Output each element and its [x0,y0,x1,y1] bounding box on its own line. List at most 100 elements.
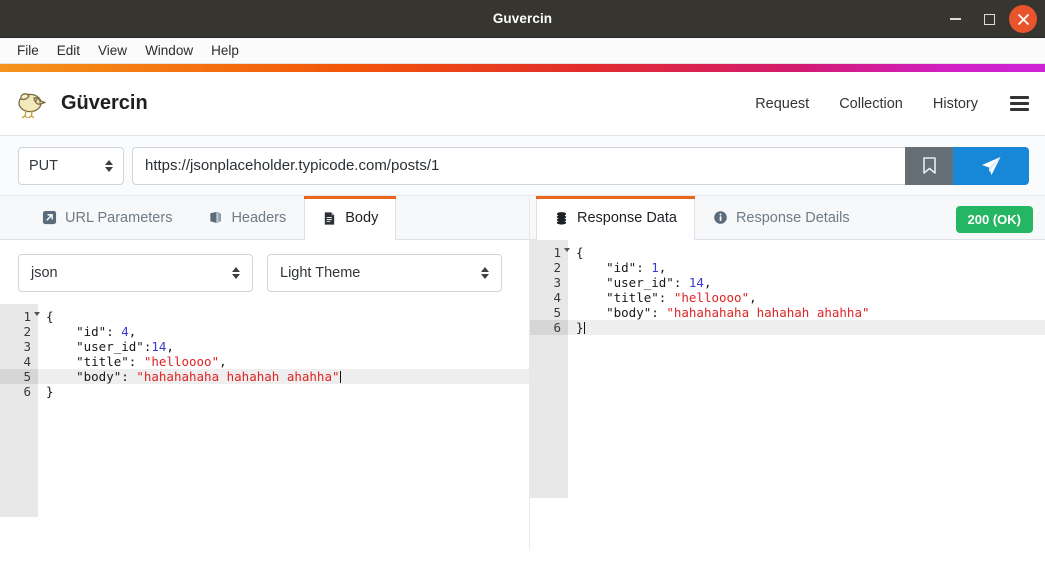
line-number: 1 [530,245,570,260]
code-token: 1 [651,260,659,275]
hamburger-menu-icon[interactable] [1010,96,1029,111]
code-token: , [658,260,667,275]
code-token: { [46,309,54,324]
response-data-editor[interactable]: 123456 { "id": 1, "user_id": 14, "title"… [530,240,1045,549]
tab-response-data[interactable]: Response Data [536,196,695,240]
body-controls: json Light Theme [0,240,529,304]
code-token: "title": [46,354,144,369]
code-line: "user_id":14, [38,339,529,354]
tab-response-data-label: Response Data [577,210,677,226]
code-token: "id": [46,324,122,339]
code-line: "user_id": 14, [568,275,1045,290]
tab-url-parameters-label: URL Parameters [65,209,173,226]
code-line: { [568,245,1045,260]
response-editor-code[interactable]: { "id": 1, "user_id": 14, "title": "hell… [568,240,1045,549]
window-titlebar: Guvercin [0,0,1045,38]
http-method-select[interactable]: PUT [18,146,124,185]
code-token: , [749,290,757,305]
code-token: "hahahahaha hahahah ahahha" [666,305,870,320]
menu-window[interactable]: Window [136,40,202,61]
code-token: "title": [576,290,674,305]
code-token: "id": [576,260,652,275]
code-token: , [219,354,227,369]
request-editor-code[interactable]: { "id": 4, "user_id":14, "title": "hello… [38,304,529,549]
code-line: "id": 1, [568,260,1045,275]
bookmark-button[interactable] [905,146,953,185]
tab-url-parameters[interactable]: URL Parameters [24,196,190,239]
code-token: 14 [688,275,704,290]
code-token: , [703,275,712,290]
line-number: 2 [553,260,561,275]
chevron-updown-icon [481,267,489,279]
url-input[interactable] [132,146,905,185]
code-token: "body": [576,305,667,320]
request-pane: URL Parameters Headers Body json Light T… [0,196,530,549]
menubar: File Edit View Window Help [0,38,1045,64]
tab-headers[interactable]: Headers [190,196,304,239]
text-caret [339,371,341,383]
book-icon [208,210,223,225]
code-line: "body": "hahahahaha hahahah ahahha" [568,305,1045,320]
request-bar: PUT [0,136,1045,196]
brand: Güvercin [14,88,148,120]
menu-file[interactable]: File [8,40,48,61]
menu-view[interactable]: View [89,40,136,61]
status-badge: 200 (OK) [955,206,1033,233]
line-number: 6 [530,320,568,335]
code-token: , [166,339,174,354]
request-body-editor[interactable]: 123456 { "id": 4, "user_id":14, "title":… [0,304,529,549]
code-token: 14 [151,339,167,354]
info-circle-icon [713,210,728,225]
editor-theme-value: Light Theme [280,265,361,281]
tab-body-label: Body [345,210,379,226]
code-token: } [46,384,54,399]
nav-history[interactable]: History [933,96,978,112]
code-line: { [38,309,529,324]
external-link-icon [42,210,57,225]
http-method-value: PUT [29,157,58,174]
response-editor-gutter: 123456 [530,240,570,498]
send-paper-plane-icon [981,156,1000,175]
nav-request[interactable]: Request [755,96,809,112]
maximize-icon [983,13,995,25]
code-token: 4 [121,324,129,339]
code-line: "body": "hahahahaha hahahah ahahha" [38,369,529,384]
bookmark-icon [922,156,936,174]
line-number: 3 [553,275,561,290]
code-line: "title": "helloooo", [38,354,529,369]
brand-gradient-strip [0,64,1045,72]
maximize-button[interactable] [975,5,1003,33]
code-token: "body": [46,369,137,384]
code-token: { [576,245,584,260]
line-number: 4 [23,354,31,369]
nav-collection[interactable]: Collection [839,96,903,112]
code-token: "user_id": [46,339,152,354]
app-header: Güvercin Request Collection History [0,72,1045,136]
close-icon [1017,13,1029,25]
code-line: } [38,384,529,399]
code-token: "helloooo" [673,290,750,305]
line-number: 1 [0,309,40,324]
code-token: "hahahahaha hahahah ahahha" [136,369,340,384]
window-controls [941,0,1037,38]
minimize-button[interactable] [941,5,969,33]
send-button[interactable] [953,146,1029,185]
tab-response-details[interactable]: Response Details [695,196,868,239]
editor-theme-select[interactable]: Light Theme [267,254,502,292]
body-format-select[interactable]: json [18,254,253,292]
body-format-value: json [31,265,58,281]
minimize-icon [949,18,961,20]
menu-help[interactable]: Help [202,40,248,61]
main-panes: URL Parameters Headers Body json Light T… [0,196,1045,549]
line-number: 5 [0,369,38,384]
code-line: "id": 4, [38,324,529,339]
tab-body[interactable]: Body [304,196,397,240]
request-editor-gutter: 123456 [0,304,40,517]
request-tabstrip: URL Parameters Headers Body [0,196,529,240]
menu-edit[interactable]: Edit [48,40,89,61]
line-number: 5 [553,305,561,320]
close-button[interactable] [1009,5,1037,33]
code-line: "title": "helloooo", [568,290,1045,305]
code-line: } [568,320,1045,335]
code-token: , [128,324,137,339]
